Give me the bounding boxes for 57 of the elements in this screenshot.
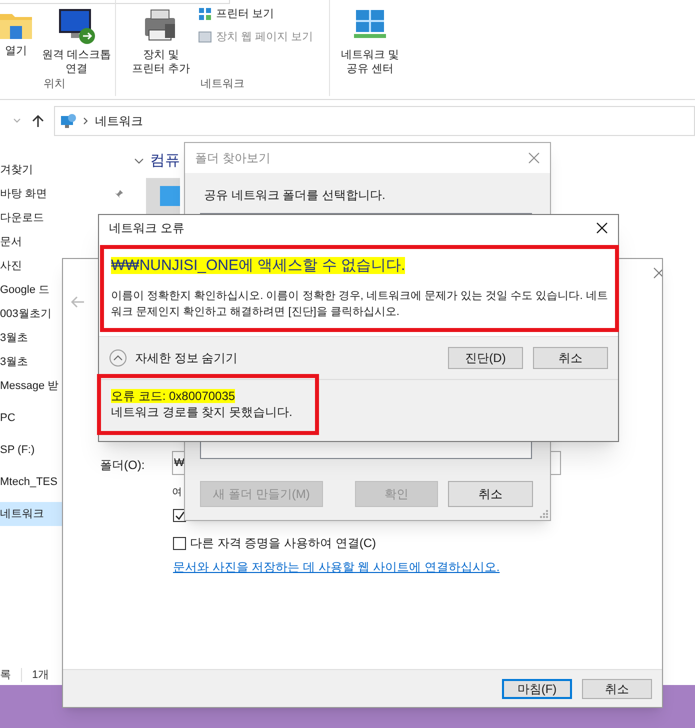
sidebar-item[interactable]: 3월초 [0, 350, 62, 374]
link[interactable]: 문서와 사진을 저장하는 데 사용할 웹 사이트에 연결하십시오. [173, 558, 500, 576]
window-title: 폴더 찾아보기 [195, 150, 270, 167]
close-icon [528, 152, 540, 164]
group-header: 컴퓨 [150, 151, 180, 171]
close-icon [596, 222, 608, 234]
network-icon [59, 113, 77, 129]
ribbon-button[interactable]: 장치 및 프린터 추가 [132, 6, 190, 76]
hint-text: 여 [172, 486, 182, 500]
sidebar-item[interactable]: PC [0, 406, 62, 430]
dialog-button[interactable]: 취소 [448, 481, 533, 507]
sidebar-item[interactable]: Google 드 [0, 278, 62, 302]
sidebar-item[interactable]: 다운로드 [0, 206, 62, 230]
error-code: 오류 코드: 0x80070035 [111, 388, 236, 404]
address-path[interactable]: 네트워크 [95, 112, 143, 130]
error-heading: ₩₩NUNJISI_ONE에 액세스할 수 없습니다. [111, 256, 406, 276]
check-icon [174, 510, 184, 520]
status-text: 1개 [32, 668, 50, 683]
dialog-button[interactable]: 취소 [533, 347, 608, 369]
monitor-icon [56, 6, 96, 46]
ribbon-button[interactable]: 원격 데스크톱 연결 [42, 6, 112, 76]
sidebar-item[interactable]: 사진 [0, 254, 62, 278]
error-message: 이름이 정확한지 확인하십시오. 이름이 정확한 경우, 네트워크에 문제가 있는 것일 수도 있습니다. 네트워크 문제인지 확인하고 해결하려면 [진단]을 클릭하십시오. [111, 288, 609, 320]
sidebar-item[interactable]: 네트워크 [0, 502, 62, 526]
chevron-right-icon [83, 116, 89, 126]
sidebar-item[interactable]: Mtech_TES [0, 470, 62, 494]
window-title: 네트워크 오류 [109, 220, 184, 237]
ribbon-button[interactable]: 네트워크 및 공유 센터 [340, 6, 400, 76]
web-page-icon [198, 30, 212, 44]
address-field[interactable]: 네트워크 [54, 106, 695, 136]
checkbox[interactable] [173, 536, 186, 550]
sidebar-item[interactable]: 003월초기 [0, 302, 62, 326]
up-arrow-icon[interactable] [32, 114, 44, 128]
checkbox-label: 다른 자격 증명을 사용하여 연결(C) [190, 535, 376, 552]
sidebar-item[interactable]: 문서 [0, 230, 62, 254]
status-text: 록 [0, 668, 11, 683]
chevron-down-icon [134, 157, 144, 166]
ribbon-small-button[interactable]: 프린터 보기 [198, 6, 314, 22]
dialog-button[interactable]: 진단(D) [448, 347, 523, 369]
sidebar-item[interactable]: Message 받 [0, 374, 62, 398]
ribbon-group-label: 네트워크 [200, 77, 244, 92]
grid-icon [198, 7, 212, 22]
error-detail: 네트워크 경로를 찾지 못했습니다. [111, 404, 294, 420]
dialog-button[interactable]: 취소 [582, 679, 652, 699]
sidebar-item[interactable]: 3월초 [0, 326, 62, 350]
ribbon-button[interactable]: 열기 [0, 6, 34, 58]
close-button[interactable] [596, 222, 608, 234]
close-icon [653, 267, 662, 279]
dialog-button[interactable]: 마침(F) [502, 679, 572, 699]
sidebar-item[interactable]: 바탕 화면 [0, 182, 62, 206]
resize-grip-icon [540, 510, 548, 518]
details-toggle[interactable]: 자세한 정보 숨기기 [109, 349, 238, 367]
prompt-text: 공유 네트워크 폴더를 선택합니다. [204, 187, 386, 204]
sidebar-item[interactable]: SP (F:) [0, 438, 62, 462]
ribbon-group-label: 위치 [44, 77, 66, 92]
sidebar-item[interactable]: 겨찾기 [0, 158, 62, 182]
field-label: 폴더(O): [100, 457, 145, 474]
